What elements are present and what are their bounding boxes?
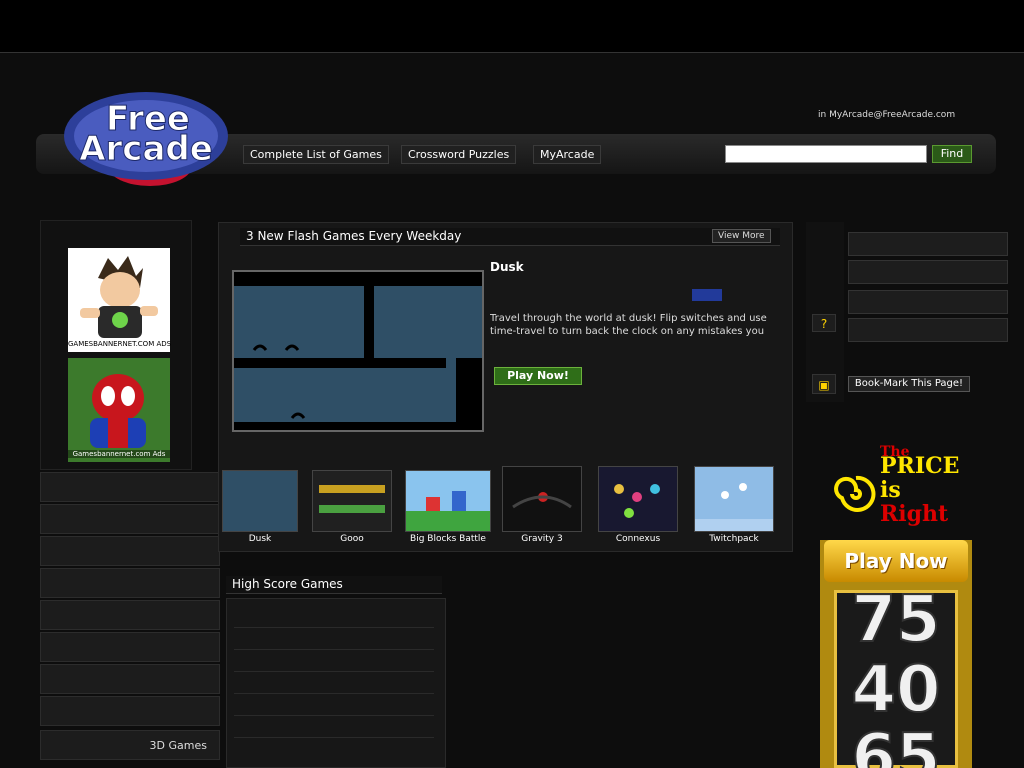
high-score-row[interactable] <box>234 654 434 672</box>
pir-price-text: PRICE <box>880 453 960 479</box>
help-icon[interactable]: ? <box>812 314 836 332</box>
sidebar-button-7[interactable] <box>40 664 220 694</box>
thumb-dusk[interactable] <box>222 470 298 532</box>
high-score-row[interactable] <box>234 720 434 738</box>
featured-heading: 3 New Flash Games Every Weekday <box>240 228 780 246</box>
high-score-row[interactable] <box>234 698 434 716</box>
high-score-row[interactable] <box>234 632 434 650</box>
bookmark-page-button[interactable]: Book-Mark This Page! <box>848 376 970 392</box>
top-bar <box>0 0 1024 52</box>
thumb-connexus[interactable] <box>598 466 678 532</box>
dusk-scene-icon <box>234 272 482 430</box>
ad-label-2: Gamesbannernet.com Ads <box>68 450 170 458</box>
pir-number-75: 75 <box>850 583 941 657</box>
thumb-label-gravity: Gravity 3 <box>521 534 563 544</box>
cartoon-hero-icon <box>68 248 170 352</box>
pir-play-now-button[interactable]: Play Now <box>824 540 968 582</box>
gravity-game-icon <box>503 467 581 531</box>
price-is-right-board: Play Now 75 40 65 <box>820 540 972 768</box>
platform-game-icon <box>313 471 391 531</box>
spiderman-icon <box>68 358 170 462</box>
ad-image-ben10[interactable]: GAMESBANNERNET.COM ADS <box>68 248 172 352</box>
pir-is-text: is <box>880 477 901 503</box>
connexus-game-icon <box>599 467 677 531</box>
pir-number-40: 40 <box>850 653 941 727</box>
thumb-label-big-blocks: Big Blocks Battle <box>410 534 486 544</box>
sidebar-button-8[interactable] <box>40 696 220 726</box>
featured-game-title: Dusk <box>490 260 524 274</box>
thumb-label-dusk: Dusk <box>248 534 272 544</box>
featured-badge-icon <box>692 289 722 301</box>
spiral-icon <box>834 475 876 512</box>
complete-list-link[interactable]: Complete List of Games <box>243 145 389 164</box>
high-score-row[interactable] <box>234 676 434 694</box>
thumb-label-twitchpack: Twitchpack <box>709 534 759 544</box>
right-button-4[interactable] <box>848 318 1008 342</box>
thumb-label-gooo: Gooo <box>340 534 364 544</box>
bookmark-folder-icon[interactable]: ▣ <box>812 374 836 394</box>
sidebar-button-3d-games[interactable]: 3D Games <box>40 730 220 760</box>
search-input[interactable] <box>725 145 927 163</box>
thumb-gooo[interactable] <box>312 470 392 532</box>
ad-label-1: GAMESBANNERNET.COM ADS <box>68 340 172 348</box>
find-button[interactable]: Find <box>932 145 972 163</box>
svg-text:Arcade: Arcade <box>79 129 213 169</box>
thumb-gravity[interactable] <box>502 466 582 532</box>
sidebar-button-5[interactable] <box>40 600 220 630</box>
sidebar-button-1[interactable] <box>40 472 220 502</box>
ad-image-spiderman[interactable]: Gamesbannernet.com Ads <box>68 358 170 462</box>
blocks-game-icon <box>406 471 490 531</box>
twitchpack-game-icon <box>695 467 773 531</box>
sidebar-button-3[interactable] <box>40 536 220 566</box>
price-is-right-logo[interactable]: The PRICE is Right <box>834 440 974 540</box>
right-button-1[interactable] <box>848 232 1008 256</box>
high-score-heading: High Score Games <box>226 576 442 594</box>
high-score-row[interactable] <box>234 610 434 628</box>
thumb-label-connexus: Connexus <box>615 534 661 544</box>
featured-game-description: Travel through the world at dusk! Flip s… <box>490 313 767 337</box>
logo-icon: .com Free Arcade <box>64 92 228 186</box>
right-button-3[interactable] <box>848 290 1008 314</box>
right-button-2[interactable] <box>848 260 1008 284</box>
play-now-button[interactable]: Play Now! <box>494 367 582 385</box>
crossword-puzzles-link[interactable]: Crossword Puzzles <box>401 145 517 164</box>
sidebar-button-6[interactable] <box>40 632 220 662</box>
freearcade-logo[interactable]: .com Free Arcade <box>58 88 238 203</box>
pir-right-text: Right <box>880 501 949 527</box>
pir-number-65: 65 <box>850 726 941 768</box>
thumb-big-blocks-battle[interactable] <box>405 470 491 532</box>
thumb-twitchpack[interactable] <box>694 466 774 532</box>
sidebar-button-4[interactable] <box>40 568 220 598</box>
sidebar-button-2[interactable] <box>40 504 220 534</box>
view-more-button[interactable]: View More <box>712 229 771 243</box>
myarcade-email-text: in MyArcade@FreeArcade.com <box>818 110 956 120</box>
myarcade-link[interactable]: MyArcade <box>533 145 602 164</box>
featured-game-image[interactable] <box>232 270 484 432</box>
